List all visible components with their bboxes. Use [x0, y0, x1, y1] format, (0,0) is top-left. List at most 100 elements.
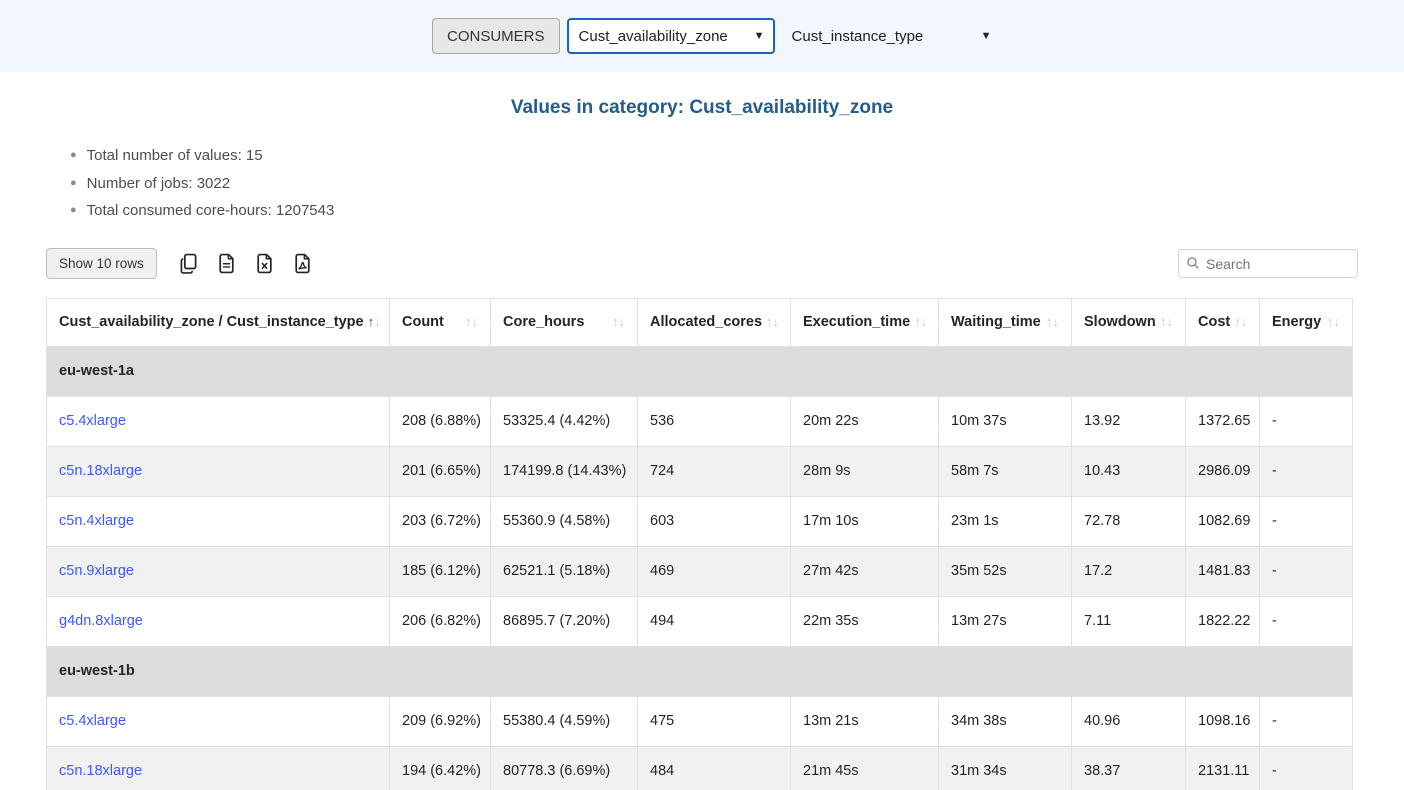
- table-cell: 40.96: [1072, 696, 1186, 746]
- table-row: g4dn.8xlarge206 (6.82%)86895.7 (7.20%)49…: [47, 596, 1353, 646]
- column-label: Energy: [1272, 314, 1321, 330]
- column-header-energy[interactable]: Energy ↑↓: [1260, 298, 1353, 346]
- stats-list: ●Total number of values: 15●Number of jo…: [70, 143, 1404, 226]
- file-pdf-icon: [292, 253, 313, 274]
- table-cell: 194 (6.42%): [390, 746, 491, 790]
- excel-button[interactable]: [246, 247, 284, 281]
- table-cell: 34m 38s: [939, 696, 1072, 746]
- page-title: Values in category: Cust_availability_zo…: [0, 97, 1404, 119]
- table-cell: 209 (6.92%): [390, 696, 491, 746]
- table-cell: 7.11: [1072, 596, 1186, 646]
- column-header-waiting-time[interactable]: Waiting_time ↑↓: [939, 298, 1072, 346]
- table-cell: 201 (6.65%): [390, 446, 491, 496]
- column-label: Waiting_time: [951, 314, 1041, 330]
- table-row: c5n.18xlarge194 (6.42%)80778.3 (6.69%)48…: [47, 746, 1353, 790]
- table-cell: 174199.8 (14.43%): [491, 446, 638, 496]
- table-cell: 208 (6.88%): [390, 396, 491, 446]
- column-label: Slowdown: [1084, 314, 1156, 330]
- sort-icons: ↑↓: [914, 314, 927, 330]
- column-label: Core_hours: [503, 314, 584, 330]
- sort-desc-icon: ↓: [472, 314, 479, 329]
- table-cell: 1082.69: [1186, 496, 1260, 546]
- csv-button[interactable]: [208, 247, 246, 281]
- table-cell: 72.78: [1072, 496, 1186, 546]
- sort-desc-icon: ↓: [1334, 314, 1341, 329]
- table-cell: 28m 9s: [791, 446, 939, 496]
- chevron-down-icon: ▼: [981, 31, 992, 42]
- top-toolbar: CONSUMERS Cust_availability_zone ▼ Cust_…: [0, 0, 1404, 72]
- instance-type-link[interactable]: c5.4xlarge: [59, 713, 126, 729]
- table-cell: 206 (6.82%): [390, 596, 491, 646]
- column-label: Allocated_cores: [650, 314, 762, 330]
- group-row: eu-west-1b: [47, 646, 1353, 696]
- category-select[interactable]: Cust_availability_zone ▼: [567, 18, 775, 54]
- table-cell: 2986.09: [1186, 446, 1260, 496]
- table-cell: 1822.22: [1186, 596, 1260, 646]
- table-row: c5.4xlarge209 (6.92%)55380.4 (4.59%)4751…: [47, 696, 1353, 746]
- stat-text: Total consumed core-hours: 1207543: [87, 198, 335, 224]
- sort-desc-icon: ↓: [1053, 314, 1060, 329]
- table-cell: 10m 37s: [939, 396, 1072, 446]
- table-cell: 20m 22s: [791, 396, 939, 446]
- file-text-icon: [216, 253, 237, 274]
- instance-type-link[interactable]: c5n.18xlarge: [59, 463, 142, 479]
- search-icon: [1186, 256, 1200, 270]
- table-cell: -: [1260, 746, 1353, 790]
- table-row: c5n.18xlarge 201 (6.65%)174199.8 (14.43%)…: [47, 446, 1353, 496]
- instance-type-link[interactable]: g4dn.8xlarge: [59, 613, 143, 629]
- column-header-cost[interactable]: Cost↑↓: [1186, 298, 1260, 346]
- column-header-allocated-cores[interactable]: Allocated_cores↑↓: [638, 298, 791, 346]
- column-header-cust-availability-zone-cust-instance-type[interactable]: Cust_availability_zone / Cust_instance_t…: [47, 298, 390, 346]
- table-cell: 10.43: [1072, 446, 1186, 496]
- show-rows-button[interactable]: Show 10 rows: [46, 248, 157, 279]
- copy-button[interactable]: [170, 247, 208, 281]
- category-select-value: Cust_availability_zone: [579, 28, 728, 45]
- column-label: Cust_availability_zone / Cust_instance_t…: [59, 314, 364, 330]
- sort-icons: ↑↓: [1234, 314, 1247, 330]
- table-cell: 536: [638, 396, 791, 446]
- stat-item: ●Total consumed core-hours: 1207543: [70, 198, 1404, 226]
- instance-type-link[interactable]: c5n.9xlarge: [59, 563, 134, 579]
- table-cell: 17m 10s: [791, 496, 939, 546]
- table-header-row: Cust_availability_zone / Cust_instance_t…: [47, 298, 1353, 346]
- table-cell: c5n.9xlarge: [47, 546, 390, 596]
- column-header-execution-time[interactable]: Execution_time↑↓: [791, 298, 939, 346]
- sort-icons: ↑↓: [465, 314, 478, 330]
- sort-icons: ↑↓: [1046, 314, 1059, 330]
- instance-type-link[interactable]: c5n.4xlarge: [59, 513, 134, 529]
- group-label: eu-west-1a: [47, 346, 1353, 396]
- sort-desc-icon: ↓: [619, 314, 626, 329]
- table-cell: 62521.1 (5.18%): [491, 546, 638, 596]
- table-cell: 23m 1s: [939, 496, 1072, 546]
- group-label: eu-west-1b: [47, 646, 1353, 696]
- sort-icons: ↑↓: [1327, 314, 1340, 330]
- table-cell: -: [1260, 496, 1353, 546]
- table-cell: 22m 35s: [791, 596, 939, 646]
- table-cell: -: [1260, 446, 1353, 496]
- column-label: Cost: [1198, 314, 1230, 330]
- table-cell: -: [1260, 396, 1353, 446]
- table-cell: 35m 52s: [939, 546, 1072, 596]
- column-header-count[interactable]: Count↑↓: [390, 298, 491, 346]
- sort-desc-icon: ↓: [1167, 314, 1174, 329]
- stat-text: Total number of values: 15: [87, 143, 263, 169]
- search-input[interactable]: [1178, 249, 1358, 278]
- table-cell: 53325.4 (4.42%): [491, 396, 638, 446]
- table-cell: g4dn.8xlarge: [47, 596, 390, 646]
- column-header-slowdown[interactable]: Slowdown↑↓: [1072, 298, 1186, 346]
- column-header-core-hours[interactable]: Core_hours↑↓: [491, 298, 638, 346]
- table-row: c5n.9xlarge185 (6.12%)62521.1 (5.18%)469…: [47, 546, 1353, 596]
- table-cell: c5n.18xlarge: [47, 746, 390, 790]
- instance-type-select[interactable]: Cust_instance_type ▼: [782, 18, 1002, 54]
- table-toolbar: Show 10 rows: [46, 247, 1358, 281]
- table-cell: 1098.16: [1186, 696, 1260, 746]
- sort-icons: ↑↓: [766, 314, 779, 330]
- table-cell: 13.92: [1072, 396, 1186, 446]
- table-cell: 494: [638, 596, 791, 646]
- column-label: Execution_time: [803, 314, 910, 330]
- instance-type-link[interactable]: c5n.18xlarge: [59, 763, 142, 779]
- consumers-button[interactable]: CONSUMERS: [432, 18, 560, 54]
- sort-icons: ↑↓: [1160, 314, 1173, 330]
- pdf-button[interactable]: [284, 247, 322, 281]
- instance-type-link[interactable]: c5.4xlarge: [59, 413, 126, 429]
